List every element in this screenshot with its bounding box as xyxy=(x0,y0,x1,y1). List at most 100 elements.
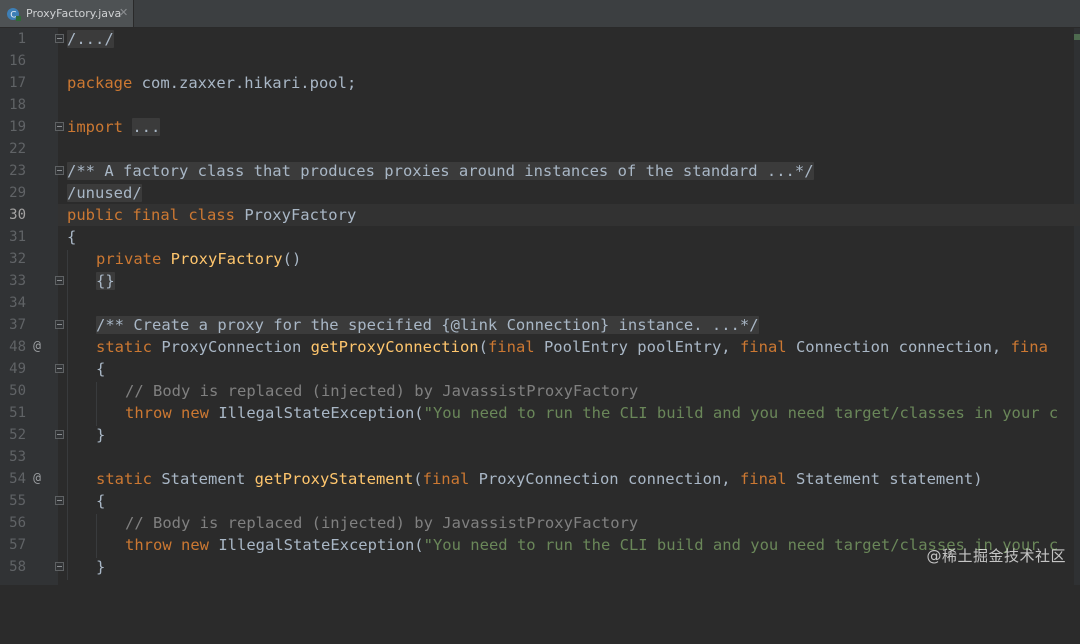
folded-javadoc[interactable]: /** Create a proxy for the specified {@l… xyxy=(96,316,759,334)
line-number: 55 xyxy=(9,493,26,509)
line-number: 53 xyxy=(9,449,26,465)
code-line: 33 {} xyxy=(0,270,1080,292)
class-modifiers: public final class xyxy=(67,206,235,224)
final-keyword: final xyxy=(422,470,470,488)
code-line: 56 // Body is replaced (injected) by Jav… xyxy=(0,512,1080,534)
code-line: 48 @ static ProxyConnection getProxyConn… xyxy=(0,336,1080,358)
fold-end-icon[interactable] xyxy=(55,562,64,571)
line-number: 37 xyxy=(9,317,26,333)
class-name: ProxyFactory xyxy=(234,206,357,224)
param: Statement statement) xyxy=(786,470,983,488)
throw-new-keyword: throw new xyxy=(125,536,209,554)
line-number: 49 xyxy=(9,361,26,377)
folded-region[interactable]: /.../ xyxy=(67,30,114,48)
return-type: ProxyConnection xyxy=(152,338,311,356)
line-number: 16 xyxy=(9,53,26,69)
method-name: getProxyStatement xyxy=(254,470,414,488)
override-marker-icon[interactable]: @ xyxy=(30,468,44,490)
line-number: 30 xyxy=(9,207,26,223)
line-number: 50 xyxy=(9,383,26,399)
line-number: 58 xyxy=(9,559,26,575)
final-keyword: final xyxy=(739,338,787,356)
code-line: 18 xyxy=(0,94,1080,116)
open-brace: { xyxy=(67,228,77,246)
code-line-current: 30 public final class ProxyFactory xyxy=(0,204,1080,226)
tab-proxyfactory-java[interactable]: C ProxyFactory.java ✕ xyxy=(0,0,134,27)
line-number: 56 xyxy=(9,515,26,531)
folded-javadoc[interactable]: /** A factory class that produces proxie… xyxy=(67,162,814,180)
code-line: 51 throw new IllegalStateException("You … xyxy=(0,402,1080,424)
line-comment: // Body is replaced (injected) by Javass… xyxy=(125,514,639,532)
editor-tab-bar: C ProxyFactory.java ✕ xyxy=(0,0,1080,28)
close-tab-icon[interactable]: ✕ xyxy=(119,6,128,19)
import-keyword: import xyxy=(67,118,123,136)
fold-expand-icon[interactable] xyxy=(55,276,64,285)
final-keyword: final xyxy=(739,470,787,488)
line-number: 1 xyxy=(17,31,26,47)
code-line: 52 } xyxy=(0,424,1080,446)
folded-body[interactable]: {} xyxy=(96,272,115,290)
line-number: 33 xyxy=(9,273,26,289)
line-number: 18 xyxy=(9,97,26,113)
static-keyword: static xyxy=(96,470,152,488)
watermark: @稀土掘金技术社区 xyxy=(926,547,1066,565)
paren: ( xyxy=(413,470,423,488)
package-name: com.zaxxer.hikari.pool; xyxy=(132,74,357,92)
line-number: 57 xyxy=(9,537,26,553)
code-line: 19 import ... xyxy=(0,116,1080,138)
java-class-icon: C xyxy=(6,6,22,22)
line-number: 17 xyxy=(9,75,26,91)
code-line: 54 @ static Statement getProxyStatement(… xyxy=(0,468,1080,490)
code-line: 49 { xyxy=(0,358,1080,380)
exception-class: IllegalStateException( xyxy=(209,536,424,554)
fold-expand-icon[interactable] xyxy=(55,320,64,329)
fold-expand-icon[interactable] xyxy=(55,166,64,175)
param: PoolEntry poolEntry, xyxy=(534,338,740,356)
folded-annotation[interactable]: /unused/ xyxy=(67,184,142,202)
line-number: 31 xyxy=(9,229,26,245)
folded-imports[interactable]: ... xyxy=(132,118,161,136)
return-type: Statement xyxy=(152,470,255,488)
line-number: 22 xyxy=(9,141,26,157)
code-line: 22 xyxy=(0,138,1080,160)
code-line: 55 { xyxy=(0,490,1080,512)
code-line: 50 // Body is replaced (injected) by Jav… xyxy=(0,380,1080,402)
line-number: 34 xyxy=(9,295,26,311)
close-brace: } xyxy=(96,558,106,576)
constructor-name: ProxyFactory xyxy=(161,250,283,268)
exception-class: IllegalStateException( xyxy=(209,404,424,422)
line-number: 32 xyxy=(9,251,26,267)
code-line: 53 xyxy=(0,446,1080,468)
param: Connection connection, xyxy=(786,338,1011,356)
method-name: getProxyConnection xyxy=(310,338,479,356)
string-literal: "You need to run the CLI build and you n… xyxy=(423,404,1059,422)
paren: ( xyxy=(478,338,488,356)
code-line: 1 /.../ xyxy=(0,28,1080,50)
code-line: 16 xyxy=(0,50,1080,72)
fold-collapse-icon[interactable] xyxy=(55,364,64,373)
line-number: 29 xyxy=(9,185,26,201)
throw-new-keyword: throw new xyxy=(125,404,209,422)
fold-expand-icon[interactable] xyxy=(55,122,64,131)
final-keyword: final xyxy=(487,338,535,356)
param: ProxyConnection connection, xyxy=(469,470,740,488)
line-number: 19 xyxy=(9,119,26,135)
fold-end-icon[interactable] xyxy=(55,430,64,439)
constructor-params: () xyxy=(282,250,302,268)
line-number: 48 xyxy=(9,339,26,355)
code-line: 57 throw new IllegalStateException("You … xyxy=(0,534,1080,556)
line-number: 23 xyxy=(9,163,26,179)
code-line: 31 { xyxy=(0,226,1080,248)
fold-collapse-icon[interactable] xyxy=(55,496,64,505)
close-brace: } xyxy=(96,426,106,444)
line-number: 54 xyxy=(9,471,26,487)
line-number: 51 xyxy=(9,405,26,421)
final-keyword: fina xyxy=(1010,338,1048,356)
code-line: 29 /unused/ xyxy=(0,182,1080,204)
override-marker-icon[interactable]: @ xyxy=(30,336,44,358)
fold-expand-icon[interactable] xyxy=(55,34,64,43)
code-line: 58 } xyxy=(0,556,1080,578)
code-line: 23 /** A factory class that produces pro… xyxy=(0,160,1080,182)
static-keyword: static xyxy=(96,338,152,356)
open-brace: { xyxy=(96,492,106,510)
